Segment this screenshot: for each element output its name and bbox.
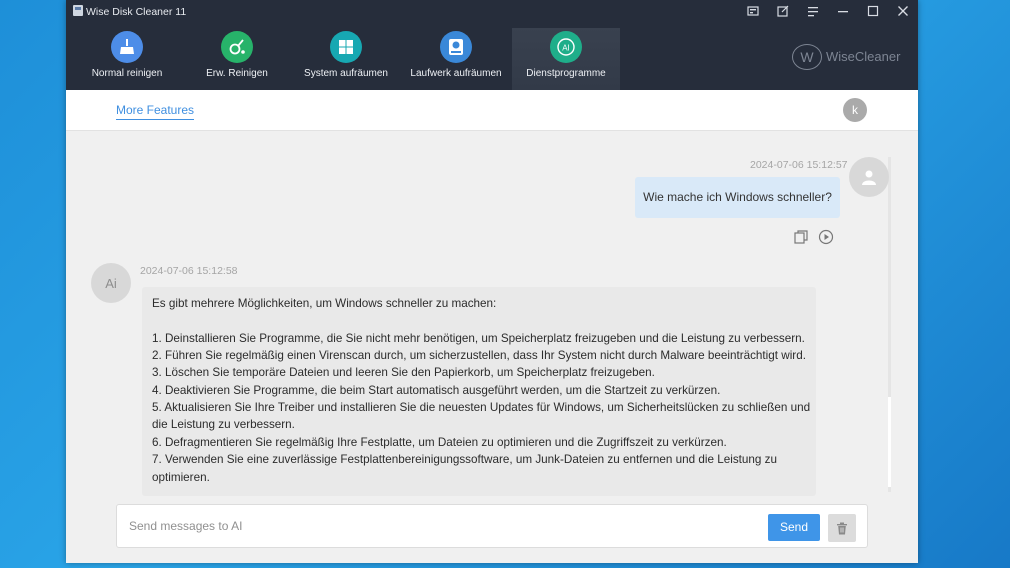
user-message-timestamp: 2024-07-06 15:12:57: [750, 159, 848, 171]
header: Wise Disk Cleaner 11 Normal reinigen Erw…: [66, 0, 918, 90]
play-message-button[interactable]: [818, 229, 834, 245]
nav-label: Dienstprogramme: [526, 68, 606, 79]
menu-icon: [808, 6, 818, 16]
send-button[interactable]: Send: [768, 514, 820, 541]
brand-name: WiseCleaner: [826, 49, 901, 64]
user-silhouette-icon: [862, 170, 876, 185]
ai-message-line: 3. Löschen Sie temporäre Dateien und lee…: [152, 366, 655, 379]
skin-icon: [747, 5, 759, 16]
windows-icon: [330, 31, 362, 63]
svg-text:AI: AI: [562, 44, 570, 53]
ai-message-line: 5. Aktualisieren Sie Ihre Treiber und in…: [152, 401, 811, 414]
ai-message-line: 7. Verwenden Sie eine zuverlässige Festp…: [152, 453, 778, 466]
minimize-icon: [838, 11, 848, 13]
broom-icon: [111, 31, 143, 63]
ai-message-line: 4. Deaktivieren Sie Programme, die beim …: [152, 384, 721, 397]
window-title: Wise Disk Cleaner 11: [86, 6, 187, 18]
feedback-button[interactable]: [773, 2, 793, 20]
maximize-icon: [867, 5, 879, 17]
ai-avatar: Ai: [91, 263, 131, 303]
close-button[interactable]: [893, 2, 913, 20]
play-icon: [818, 229, 834, 245]
ai-message-line: 1. Deinstallieren Sie Programme, die Sie…: [152, 332, 805, 345]
ai-icon: AI: [550, 31, 582, 63]
chat-scrollbar[interactable]: [888, 157, 891, 492]
nav-system-cleanup[interactable]: System aufräumen: [292, 28, 400, 90]
message-composer: Send: [116, 504, 868, 548]
ai-message-bubble: Es gibt mehrere Möglichkeiten, um Window…: [142, 287, 816, 496]
minimize-button[interactable]: [833, 2, 853, 20]
main-nav: Normal reinigen Erw. Reinigen System auf…: [66, 28, 626, 90]
copy-message-button[interactable]: [793, 229, 809, 245]
nav-label: Normal reinigen: [91, 68, 163, 79]
ai-message-timestamp: 2024-07-06 15:12:58: [140, 265, 238, 277]
more-features-tab[interactable]: More Features: [116, 103, 195, 120]
title-bar: Wise Disk Cleaner 11: [66, 0, 918, 22]
ai-message-line: optimieren.: [152, 471, 210, 484]
ai-avatar-label: Ai: [105, 275, 117, 291]
clear-chat-button[interactable]: [828, 514, 856, 542]
deep-clean-icon: [221, 31, 253, 63]
user-avatar: [849, 157, 889, 197]
app-window: Wise Disk Cleaner 11 Normal reinigen Erw…: [66, 0, 918, 563]
ai-message-line: 2. Führen Sie regelmäßig einen Virenscan…: [152, 349, 806, 362]
skin-button[interactable]: [743, 2, 763, 20]
nav-normal-clean[interactable]: Normal reinigen: [73, 28, 181, 90]
message-input[interactable]: [129, 515, 749, 537]
nav-label: Laufwerk aufräumen: [410, 68, 502, 79]
close-icon: [898, 6, 908, 16]
nav-utilities[interactable]: AI Dienstprogramme: [512, 28, 620, 90]
nav-drive-cleanup[interactable]: Laufwerk aufräumen: [402, 28, 510, 90]
ai-message-line: Es gibt mehrere Möglichkeiten, um Window…: [152, 297, 497, 310]
scrollbar-thumb[interactable]: [888, 397, 891, 487]
nav-label: System aufräumen: [304, 68, 388, 79]
ai-message-line: die Leistung zu verbessern.: [152, 418, 295, 431]
copy-icon: [794, 230, 808, 244]
nav-label: Erw. Reinigen: [206, 68, 268, 79]
sub-toolbar: More Features k: [66, 90, 918, 131]
trash-icon: [837, 522, 847, 534]
user-account-avatar[interactable]: k: [843, 98, 867, 122]
ai-message-line: 6. Defragmentieren Sie regelmäßig Ihre F…: [152, 436, 727, 449]
user-message-bubble: Wie mache ich Windows schneller?: [635, 177, 840, 218]
feedback-icon: [777, 5, 789, 17]
wisecleaner-logo-icon: W: [792, 44, 822, 70]
app-logo-icon: [73, 5, 83, 16]
nav-deep-clean[interactable]: Erw. Reinigen: [183, 28, 291, 90]
menu-button[interactable]: [803, 2, 823, 20]
maximize-button[interactable]: [863, 2, 883, 20]
drive-icon: [440, 31, 472, 63]
chat-area: 2024-07-06 15:12:57 Wie mache ich Window…: [66, 131, 918, 496]
